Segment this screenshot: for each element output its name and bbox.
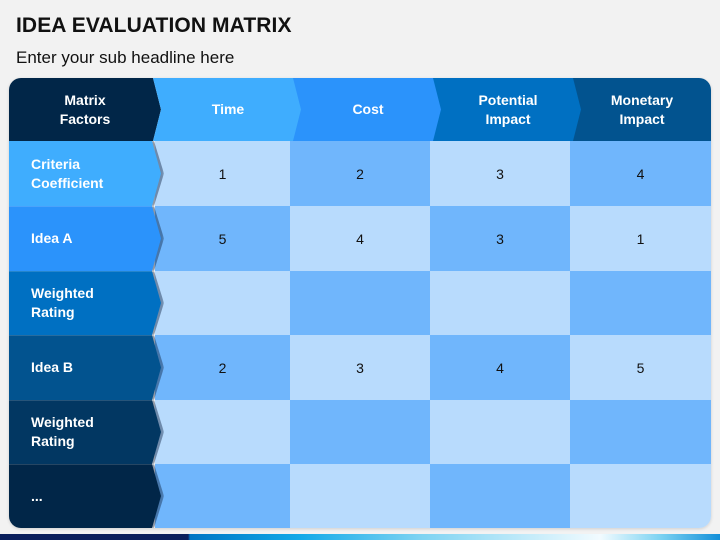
header-label: Time [211, 101, 245, 117]
header-corner-matrix-factors: Matrix Factors [9, 78, 161, 141]
matrix-row: 1 2 3 4 Criteria Coefficient [9, 141, 711, 206]
matrix-row: Weighted Rating [9, 271, 711, 335]
matrix-cell: 2 [290, 141, 430, 206]
row-divider [9, 271, 155, 272]
header-potential-impact: Potential Impact [433, 78, 583, 141]
row-label-text: Weighted Rating [31, 285, 94, 320]
matrix-cell: 2 [155, 335, 290, 400]
matrix-cell: 4 [290, 206, 430, 271]
matrix-cell [155, 464, 290, 528]
matrix-cell [290, 271, 430, 335]
row-label: Weighted Rating [9, 400, 161, 464]
slide-title: IDEA EVALUATION MATRIX [16, 14, 292, 37]
matrix-cell [290, 400, 430, 464]
matrix-cell [155, 271, 290, 335]
matrix-cell: 4 [430, 335, 570, 400]
matrix-cell: 5 [155, 206, 290, 271]
matrix-cell: 5 [570, 335, 711, 400]
matrix-cell [570, 271, 711, 335]
row-label-text: Weighted Rating [31, 414, 94, 449]
matrix-row: 5 4 3 1 Idea A [9, 206, 711, 271]
row-label-text: Idea A [31, 230, 73, 246]
matrix-cell [570, 400, 711, 464]
header-corner-label: Matrix Factors [59, 91, 111, 127]
row-label: ... [9, 464, 161, 528]
row-divider [9, 464, 155, 465]
row-label: Idea B [9, 335, 161, 400]
row-label-text: Criteria Coefficient [31, 155, 104, 191]
row-label-text: Idea B [31, 359, 74, 375]
header-label: Cost [352, 101, 384, 117]
matrix-cell [430, 400, 570, 464]
header-row: Matrix Factors Time Cost Potential Impac… [9, 78, 711, 141]
matrix-cell [430, 464, 570, 528]
row-label: Weighted Rating [9, 271, 161, 335]
header-label: Monetary Impact [610, 91, 674, 127]
matrix-cell [570, 464, 711, 528]
matrix-cell: 3 [430, 141, 570, 206]
matrix-cell: 3 [430, 206, 570, 271]
matrix-cell [290, 464, 430, 528]
decorative-bottom-bar [0, 534, 720, 540]
matrix-cell: 1 [155, 141, 290, 206]
header-label: Potential Impact [478, 91, 538, 127]
row-divider [9, 400, 155, 401]
header-monetary-impact: Monetary Impact [573, 78, 711, 141]
matrix-row: Weighted Rating [9, 400, 711, 464]
matrix-cell [430, 271, 570, 335]
row-label: Idea A [9, 206, 161, 271]
row-divider [9, 335, 155, 336]
matrix-cell [155, 400, 290, 464]
matrix-cell: 3 [290, 335, 430, 400]
row-divider [9, 206, 155, 207]
matrix-row: ... [9, 464, 711, 528]
header-cost: Cost [293, 78, 443, 141]
matrix-row: 2 3 4 5 Idea B [9, 335, 711, 400]
matrix-cell: 1 [570, 206, 711, 271]
row-label: Criteria Coefficient [9, 141, 161, 206]
header-time: Time [153, 78, 303, 141]
matrix-cell: 4 [570, 141, 711, 206]
idea-evaluation-matrix: Matrix Factors Time Cost Potential Impac… [9, 78, 711, 528]
row-label-text: ... [31, 487, 43, 504]
slide-subtitle: Enter your sub headline here [16, 48, 235, 67]
